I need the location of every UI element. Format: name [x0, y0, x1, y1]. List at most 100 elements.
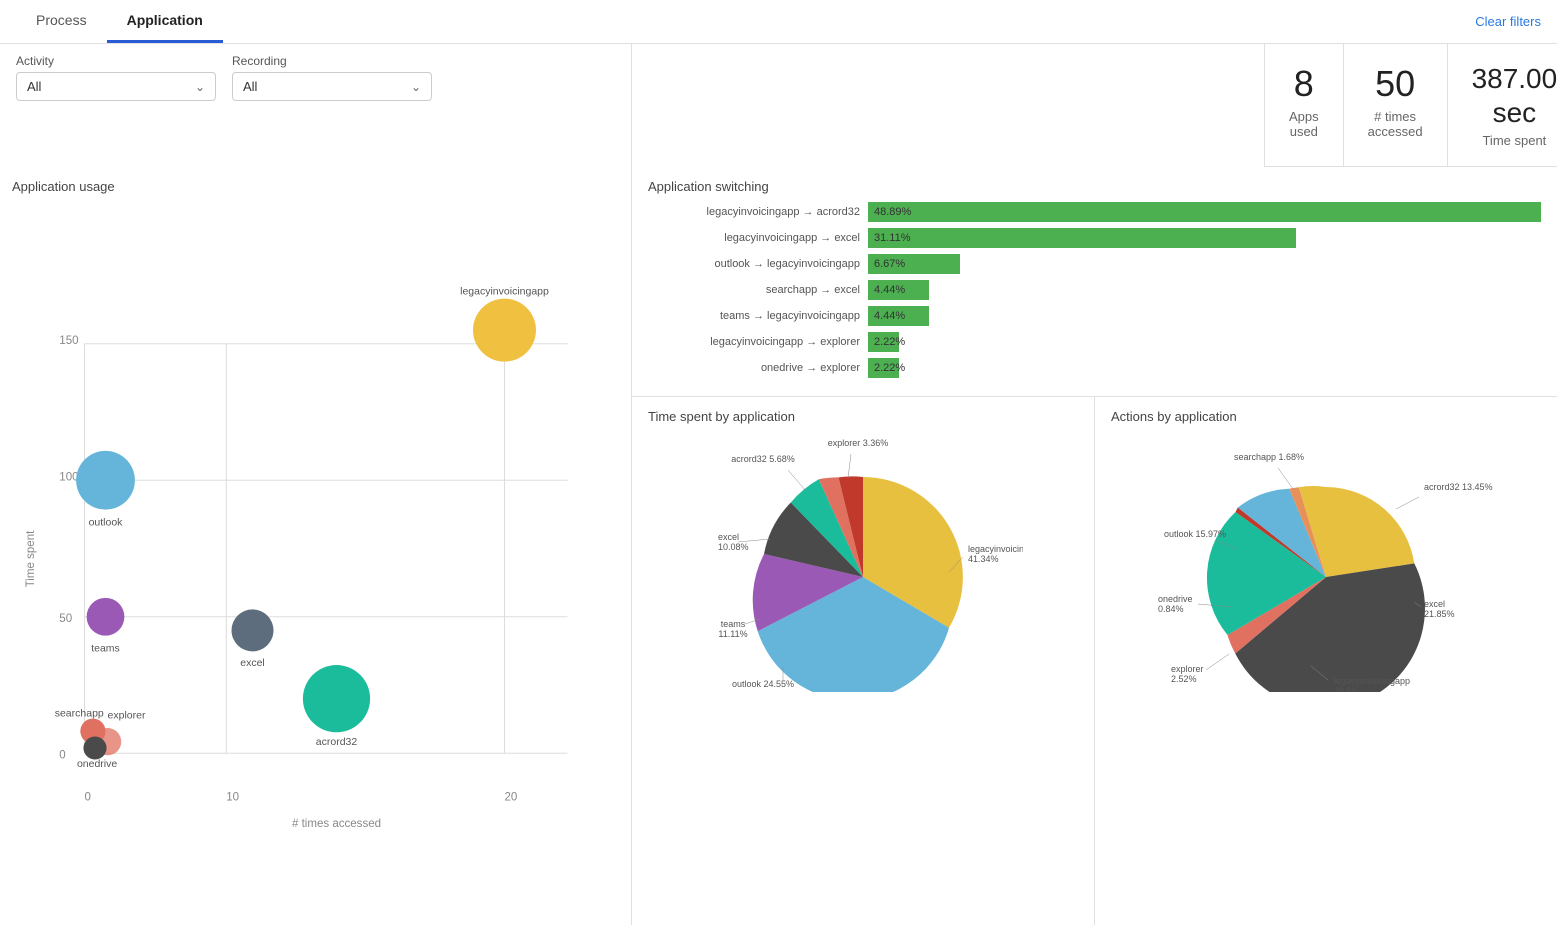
stat-apps-used: 8 Apps used — [1265, 44, 1344, 166]
bar-label-3: searchapp → excel — [648, 284, 868, 296]
bar-row-1: legacyinvoicingapp → excel 31.11% — [648, 228, 1541, 248]
app-switching-title: Application switching — [648, 179, 1541, 194]
bar-row-3: searchapp → excel 4.44% — [648, 280, 1541, 300]
bar-fill-1: 31.11% — [868, 228, 1296, 248]
bar-fill-0: 48.89% — [868, 202, 1541, 222]
svg-text:2.52%: 2.52% — [1171, 674, 1197, 684]
bar-row-0: legacyinvoicingapp → acrord32 48.89% — [648, 202, 1541, 222]
recording-chevron-icon: ⌄ — [411, 80, 421, 94]
bar-value-5: 2.22% — [874, 336, 905, 348]
activity-filter-group: Activity All ⌄ — [16, 54, 216, 157]
svg-text:legacyinvoicingapp: legacyinvoicingapp — [968, 544, 1023, 554]
svg-text:150: 150 — [59, 335, 78, 347]
bar-chart: legacyinvoicingapp → acrord32 48.89% leg… — [648, 202, 1541, 378]
app-usage-title: Application usage — [12, 179, 619, 194]
svg-text:legacyinvoicingapp: legacyinvoicingapp — [1334, 676, 1410, 686]
bar-label-1: legacyinvoicingapp → excel — [648, 232, 868, 244]
bar-row-5: legacyinvoicingapp → explorer 2.22% — [648, 332, 1541, 352]
bar-fill-4: 4.44% — [868, 306, 929, 326]
bar-container-0: 48.89% — [868, 202, 1541, 222]
svg-text:teams: teams — [91, 643, 120, 655]
svg-text:explorer: explorer — [1171, 664, 1204, 674]
top-tabs: Process Application Clear filters — [0, 0, 1557, 44]
stat-times-accessed-value: 50 — [1368, 62, 1423, 105]
svg-text:legacyinvoicingapp: legacyinvoicingapp — [460, 286, 549, 298]
stat-apps-used-value: 8 — [1289, 62, 1319, 105]
actions-chart-area: acrord32 13.45% excel 21.85% legacyinvoi… — [1111, 432, 1541, 692]
activity-chevron-icon: ⌄ — [195, 80, 205, 94]
bar-container-5: 2.22% — [868, 332, 1541, 352]
bottom-charts: Time spent by application — [632, 397, 1557, 925]
time-spent-section: Time spent by application — [632, 397, 1095, 925]
bar-label-6: onedrive → explorer — [648, 362, 868, 374]
svg-text:onedrive: onedrive — [77, 758, 117, 770]
recording-label: Recording — [232, 54, 432, 68]
bar-label-5: legacyinvoicingapp → explorer — [648, 336, 868, 348]
scatter-svg: Time spent 0 50 100 150 0 10 20 # times … — [12, 202, 619, 916]
bar-value-6: 2.22% — [874, 362, 905, 374]
svg-text:outlook 24.55%: outlook 24.55% — [732, 679, 794, 689]
svg-text:acrord32 13.45%: acrord32 13.45% — [1424, 482, 1493, 492]
recording-select[interactable]: All ⌄ — [232, 72, 432, 101]
bubble-legacyinvoicingapp — [473, 299, 536, 362]
bar-container-6: 2.22% — [868, 358, 1541, 378]
svg-text:teams: teams — [721, 619, 746, 629]
bar-container-2: 6.67% — [868, 254, 1541, 274]
stats-row: 8 Apps used 50 # times accessed 387.00 s… — [1264, 44, 1557, 167]
time-spent-chart-area: legacyinvoicingapp 41.34% outlook 24.55%… — [648, 432, 1078, 692]
actions-by-app-title: Actions by application — [1111, 409, 1541, 424]
stat-time-spent-value: 387.00 sec — [1472, 62, 1557, 129]
svg-text:outlook: outlook — [89, 517, 124, 529]
tab-application[interactable]: Application — [107, 0, 223, 43]
activity-value: All — [27, 79, 41, 94]
svg-text:0: 0 — [85, 792, 91, 804]
main-content: Application usage Time spent 0 50 100 15… — [0, 167, 1557, 925]
activity-select[interactable]: All ⌄ — [16, 72, 216, 101]
top-section: Activity All ⌄ Recording All ⌄ 8 Apps us… — [0, 44, 1557, 167]
bar-fill-6: 2.22% — [868, 358, 899, 378]
svg-text:0.84%: 0.84% — [1158, 604, 1184, 614]
svg-text:10.08%: 10.08% — [718, 542, 749, 552]
svg-text:20: 20 — [505, 792, 518, 804]
bar-label-0: legacyinvoicingapp → acrord32 — [648, 206, 868, 218]
scatter-chart: Time spent 0 50 100 150 0 10 20 # times … — [12, 202, 619, 916]
activity-label: Activity — [16, 54, 216, 68]
bubble-onedrive — [83, 737, 106, 760]
stat-time-spent: 387.00 sec Time spent — [1448, 44, 1557, 166]
bar-fill-3: 4.44% — [868, 280, 929, 300]
stat-apps-used-label: Apps used — [1289, 109, 1319, 139]
right-panel: Application switching legacyinvoicingapp… — [632, 167, 1557, 925]
bubble-acrord32 — [303, 665, 370, 732]
svg-text:acrord32 5.68%: acrord32 5.68% — [731, 454, 795, 464]
app-switching-section: Application switching legacyinvoicingapp… — [632, 167, 1557, 397]
filters-area: Activity All ⌄ Recording All ⌄ — [0, 44, 632, 167]
svg-text:excel: excel — [240, 657, 265, 669]
bar-row-2: outlook → legacyinvoicingapp 6.67% — [648, 254, 1541, 274]
bar-fill-5: 2.22% — [868, 332, 899, 352]
svg-text:outlook 15.97%: outlook 15.97% — [1164, 529, 1226, 539]
svg-text:explorer: explorer — [108, 710, 146, 722]
svg-text:explorer 3.36%: explorer 3.36% — [828, 438, 889, 448]
svg-text:excel: excel — [718, 532, 739, 542]
bubble-outlook — [76, 451, 135, 510]
bar-label-2: outlook → legacyinvoicingapp — [648, 258, 868, 270]
recording-value: All — [243, 79, 257, 94]
stat-times-accessed: 50 # times accessed — [1344, 44, 1448, 166]
svg-text:39.5%: 39.5% — [1334, 686, 1360, 692]
svg-text:10: 10 — [226, 792, 239, 804]
clear-filters-button[interactable]: Clear filters — [1475, 2, 1541, 41]
bar-value-1: 31.11% — [874, 232, 911, 244]
pie-slice-excel-actions — [1326, 487, 1414, 577]
bar-row-4: teams → legacyinvoicingapp 4.44% — [648, 306, 1541, 326]
stat-times-accessed-label: # times accessed — [1368, 109, 1423, 139]
tab-process[interactable]: Process — [16, 0, 107, 43]
left-panel: Application usage Time spent 0 50 100 15… — [0, 167, 632, 925]
svg-text:Time spent: Time spent — [25, 530, 37, 587]
bar-container-1: 31.11% — [868, 228, 1541, 248]
svg-text:0: 0 — [59, 750, 65, 762]
svg-text:excel: excel — [1424, 599, 1445, 609]
bar-container-3: 4.44% — [868, 280, 1541, 300]
bar-fill-2: 6.67% — [868, 254, 960, 274]
bar-row-6: onedrive → explorer 2.22% — [648, 358, 1541, 378]
bubble-excel — [232, 610, 274, 652]
